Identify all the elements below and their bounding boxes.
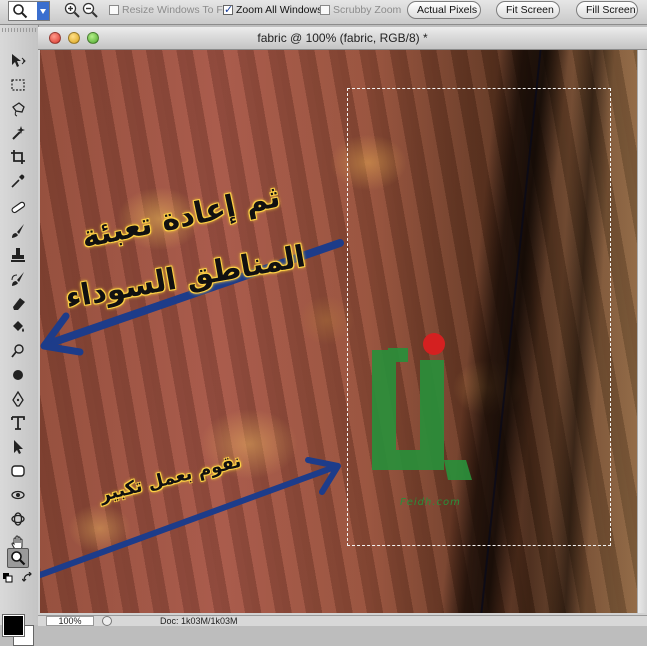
zoom-tool[interactable]: [7, 548, 29, 568]
move-tool[interactable]: [7, 51, 29, 71]
tools-panel: [0, 25, 39, 646]
eyedropper-tool[interactable]: [7, 171, 29, 191]
close-window-button[interactable]: [49, 32, 61, 44]
blur-tool[interactable]: [7, 365, 29, 385]
dodge-icon: [11, 344, 24, 358]
3d-orbit-tool[interactable]: [7, 509, 29, 529]
annotation-arrows: [40, 239, 344, 578]
zoom-all-windows-checkbox[interactable]: [223, 3, 233, 16]
brush-icon: [12, 224, 24, 238]
marquee-icon: [11, 79, 25, 91]
default-colors-icon[interactable]: [3, 573, 13, 583]
magnifier-icon: [11, 551, 26, 566]
healing-brush-tool[interactable]: [7, 197, 29, 217]
sponge-icon: [13, 370, 23, 380]
rounded-rectangle-icon: [11, 465, 25, 477]
eyedropper-icon: [11, 174, 25, 188]
magic-wand-icon: [12, 126, 25, 140]
quick-selection-tool[interactable]: [7, 123, 29, 143]
swap-colors-icon[interactable]: [22, 572, 33, 583]
path-selection-icon: [14, 440, 23, 454]
options-bar: Resize Windows To Fit Zoom All Windows S…: [0, 0, 647, 25]
pen-icon: [12, 391, 24, 407]
maximize-window-button[interactable]: [87, 32, 99, 44]
stamp-icon: [11, 248, 25, 262]
crop-icon: [11, 150, 25, 164]
brush-tool[interactable]: [7, 221, 29, 241]
path-selection-tool[interactable]: [7, 437, 29, 457]
crop-tool[interactable]: [7, 147, 29, 167]
scrubby-zoom-checkbox[interactable]: [320, 5, 330, 15]
chevron-down-icon[interactable]: [37, 2, 49, 20]
panel-grip[interactable]: [2, 28, 36, 32]
vertical-scrollbar[interactable]: [637, 50, 647, 613]
type-tool[interactable]: [7, 413, 29, 433]
lasso-icon: [12, 102, 25, 117]
resize-windows-checkbox[interactable]: [109, 5, 119, 15]
3d-rotate-icon: [11, 490, 25, 500]
document-title: fabric @ 100% (fabric, RGB/8) *: [257, 31, 428, 45]
actual-pixels-button[interactable]: Actual Pixels: [407, 1, 481, 19]
resize-windows-option[interactable]: Resize Windows To Fit: [109, 4, 228, 16]
fit-screen-button[interactable]: Fit Screen: [496, 1, 560, 19]
document-titlebar[interactable]: fabric @ 100% (fabric, RGB/8) *: [38, 27, 647, 50]
status-bar: 100% Doc: 1k03M/1k03M: [38, 615, 647, 626]
minimize-window-button[interactable]: [68, 32, 80, 44]
3d-rotate-tool[interactable]: [7, 485, 29, 505]
marquee-tool[interactable]: [7, 75, 29, 95]
zoom-all-windows-label: Zoom All Windows: [236, 4, 323, 16]
eraser-tool[interactable]: [7, 293, 29, 313]
scrubby-zoom-option[interactable]: Scrubby Zoom: [320, 4, 401, 16]
paint-bucket-tool[interactable]: [7, 317, 29, 337]
foreground-color-swatch[interactable]: [2, 614, 25, 637]
3d-orbit-icon: [11, 512, 25, 526]
image-canvas[interactable]: Feidh.com ثم إعادة تعبئة المناطق السوداء…: [40, 50, 637, 613]
zoom-tool-icon: [13, 4, 28, 19]
type-icon: [11, 416, 25, 430]
history-brush-tool[interactable]: [7, 269, 29, 289]
pen-tool[interactable]: [7, 389, 29, 409]
document-window: fabric @ 100% (fabric, RGB/8) * Feidh.co…: [38, 27, 647, 626]
resize-windows-label: Resize Windows To Fit: [122, 4, 229, 16]
paint-bucket-icon: [13, 321, 24, 332]
clone-stamp-tool[interactable]: [7, 245, 29, 265]
zoom-in-icon[interactable]: [64, 2, 80, 18]
dodge-tool[interactable]: [7, 341, 29, 361]
scrubby-zoom-label: Scrubby Zoom: [333, 4, 402, 16]
history-brush-icon: [11, 272, 24, 286]
lasso-tool[interactable]: [7, 99, 29, 119]
bandage-icon: [11, 201, 26, 214]
eraser-icon: [13, 298, 25, 310]
zoom-out-icon[interactable]: [82, 2, 98, 18]
zoom-all-windows-option[interactable]: Zoom All Windows: [223, 3, 323, 16]
move-icon: [12, 54, 26, 67]
tool-preset-picker[interactable]: [8, 1, 50, 21]
fill-screen-button[interactable]: Fill Screen: [576, 1, 638, 19]
shape-tool[interactable]: [7, 461, 29, 481]
